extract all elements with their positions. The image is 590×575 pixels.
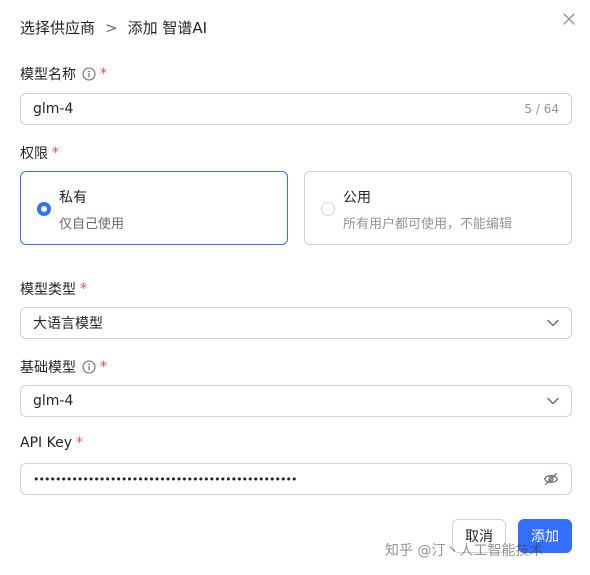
close-button[interactable] [560, 10, 578, 28]
permission-option-private[interactable]: 私有 仅自己使用 [20, 171, 288, 245]
model-name-value: glm-4 [33, 101, 74, 117]
cancel-button[interactable]: 取消 [452, 519, 506, 553]
base-model-label: 基础模型 * [20, 359, 107, 376]
breadcrumb-parent[interactable]: 选择供应商 [20, 17, 95, 38]
required-mark: * [100, 359, 107, 375]
char-count: 5 / 64 [524, 102, 559, 116]
dialog-title: 添加 智谱AI [127, 19, 208, 37]
option-desc: 仅自己使用 [59, 217, 125, 232]
option-title: 公用 [343, 190, 371, 206]
option-title: 私有 [59, 190, 87, 206]
chevron-down-icon [547, 319, 559, 327]
required-mark: * [80, 281, 87, 297]
permission-option-public[interactable]: 公用 所有用户都可使用，不能编辑 [304, 171, 572, 245]
model-type-label: 模型类型 * [20, 281, 87, 298]
model-type-value: 大语言模型 [33, 316, 103, 332]
chevron-down-icon [547, 397, 559, 405]
required-mark: * [75, 435, 83, 451]
info-icon[interactable] [82, 67, 96, 81]
option-desc: 所有用户都可使用，不能编辑 [343, 217, 513, 232]
permission-label: 权限 * [20, 145, 59, 162]
required-mark: * [52, 145, 59, 161]
close-icon [563, 13, 575, 25]
api-key-input[interactable]: ••••••••••••••••••••••••••••••••••••••••… [20, 463, 572, 495]
model-type-select[interactable]: 大语言模型 [20, 307, 572, 339]
dialog-header: 选择供应商 > 添加 智谱AI [20, 17, 207, 38]
radio-unselected[interactable] [321, 202, 335, 216]
base-model-select[interactable]: glm-4 [20, 385, 572, 417]
add-button[interactable]: 添加 [518, 519, 572, 553]
required-mark: * [100, 66, 107, 82]
radio-selected[interactable] [37, 202, 51, 216]
info-icon[interactable] [82, 360, 96, 374]
base-model-value: glm-4 [33, 393, 74, 409]
eye-off-icon[interactable] [543, 472, 559, 486]
model-name-input[interactable]: glm-4 5 / 64 [20, 93, 572, 125]
model-name-label: 模型名称 * [20, 66, 107, 83]
api-key-value: ••••••••••••••••••••••••••••••••••••••••… [33, 472, 297, 486]
api-key-label: API Key * [20, 435, 83, 451]
breadcrumb-separator: > [105, 18, 118, 37]
